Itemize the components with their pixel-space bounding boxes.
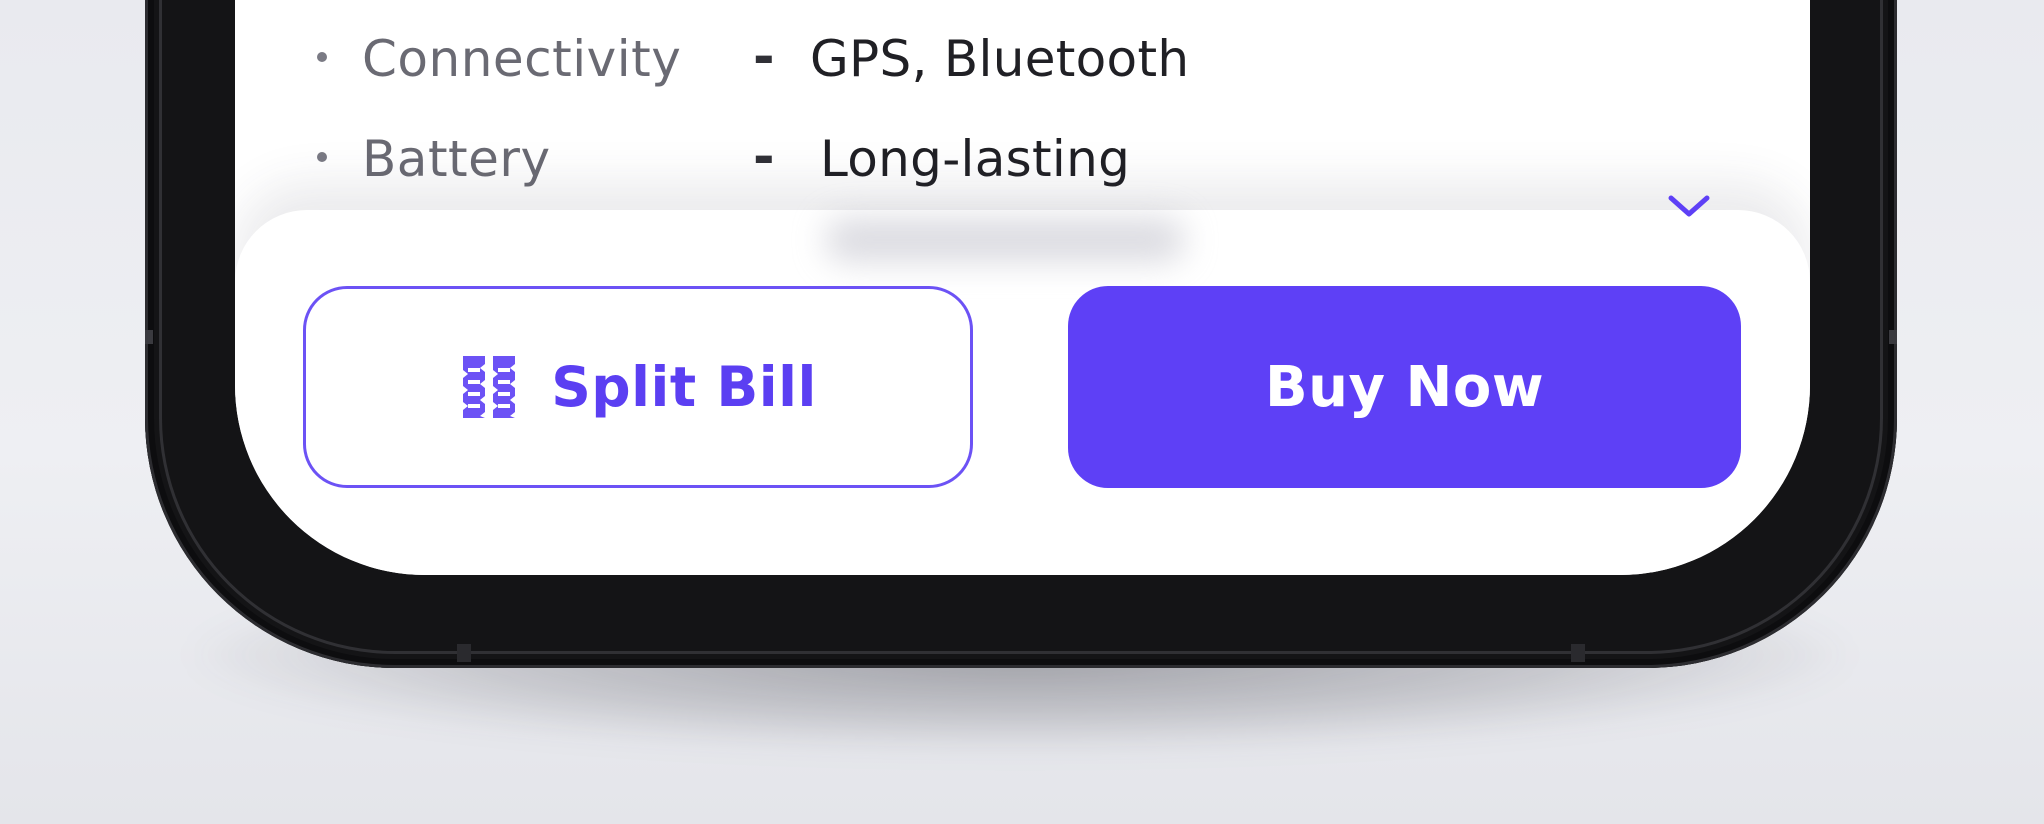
spec-separator: - — [753, 127, 775, 187]
spec-label: Battery — [362, 130, 551, 188]
spec-row-connectivity: Connectivity - GPS, Bluetooth — [235, 22, 1810, 92]
buy-now-label: Buy Now — [1264, 354, 1545, 420]
spec-label: Connectivity — [362, 30, 682, 88]
split-bill-button[interactable]: Split Bill — [303, 286, 973, 488]
side-button-right — [1889, 330, 1897, 344]
sheet-blur-overlay — [825, 218, 1185, 262]
buy-now-button[interactable]: Buy Now — [1068, 286, 1741, 488]
chevron-down-icon[interactable] — [1665, 192, 1713, 228]
antenna-seam-right — [1571, 644, 1585, 662]
receipt-split-icon — [463, 356, 516, 418]
backdrop: Connectivity - GPS, Bluetooth Battery - … — [0, 0, 2044, 824]
side-button-left — [145, 330, 153, 344]
phone-screen: Connectivity - GPS, Bluetooth Battery - … — [235, 0, 1810, 575]
spec-bullet — [317, 152, 327, 162]
antenna-seam-left — [457, 644, 471, 662]
spec-row-battery: Battery - Long-lasting — [235, 122, 1810, 192]
spec-bullet — [317, 52, 327, 62]
spec-separator: - — [753, 27, 775, 87]
spec-value: Long-lasting — [820, 130, 1131, 188]
spec-value: GPS, Bluetooth — [810, 30, 1190, 88]
action-sheet: Split Bill Buy Now — [235, 195, 1810, 575]
split-bill-label: Split Bill — [551, 355, 817, 419]
